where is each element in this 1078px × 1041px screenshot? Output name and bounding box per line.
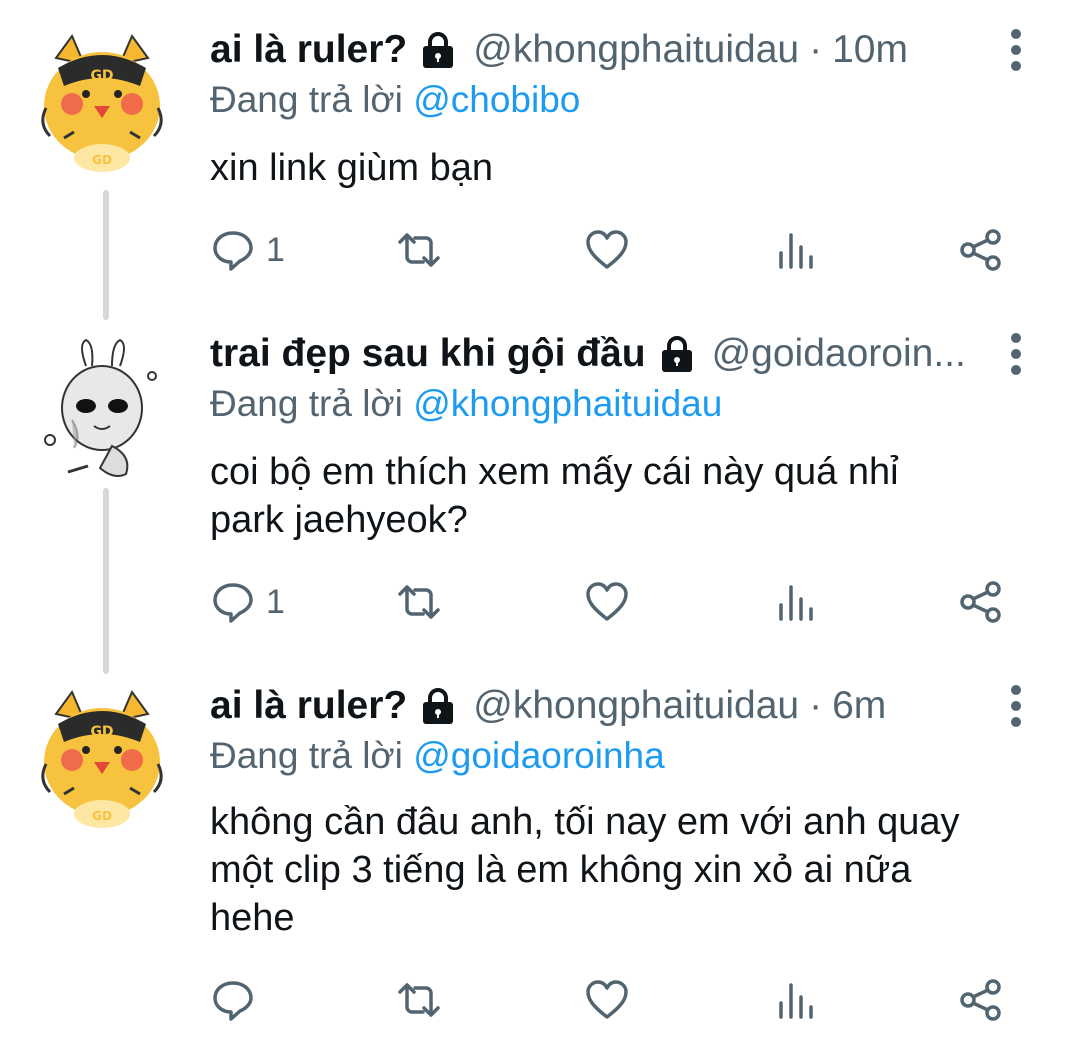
retweet-button[interactable] [396,970,442,1030]
timestamp[interactable]: 6m [832,678,886,734]
handle[interactable]: @khongphaituidau [473,678,799,734]
more-vertical-icon[interactable] [1002,330,1030,378]
replying-prefix: Đang trả lời [210,735,403,776]
retweet-button[interactable] [396,220,442,280]
orange-cat-avatar: GD GD [28,684,176,832]
share-button[interactable] [958,970,1004,1030]
tweet-header: trai đẹp sau khi gội đầu @goidaoroin... [210,326,988,382]
tweet-text-line: park jaehyeok? [210,499,468,541]
tweet-actions [210,970,1030,1030]
more-vertical-icon[interactable] [1002,26,1030,74]
replying-mention[interactable]: @goidaoroinha [413,735,665,776]
share-icon [960,979,1001,1021]
replying-prefix: Đang trả lời [210,79,403,120]
replying-to: Đang trả lời @goidaoroinha [210,730,665,782]
views-button[interactable] [772,970,818,1030]
views-button[interactable] [772,220,818,280]
tweet[interactable]: trai đẹp sau khi gội đầu @goidaoroin... … [0,326,1078,666]
reply-icon [213,583,253,623]
avatar[interactable]: GD GD [28,28,176,176]
lock-icon [417,29,459,71]
reply-icon [213,231,253,271]
retweet-icon [398,585,440,619]
tweet-text-line: không cần đâu anh, tối nay em với anh qu… [210,801,960,843]
retweet-icon [398,233,440,267]
avatar[interactable]: GD GD [28,684,176,832]
replying-to: Đang trả lời @chobibo [210,74,580,126]
handle[interactable]: @goidaoroin... [712,326,966,382]
timestamp[interactable]: 10m [832,22,908,78]
tweet-header: ai là ruler? @khongphaituidau · 10m [210,22,988,78]
white-bunny-avatar [28,336,176,484]
svg-text:GD: GD [90,68,113,84]
separator-dot: · [809,28,823,71]
more-vertical-icon[interactable] [1002,682,1030,730]
views-icon [779,983,813,1019]
svg-text:GD: GD [90,724,113,740]
display-name[interactable]: ai là ruler? [210,678,407,734]
reply-button[interactable]: 1 [210,572,285,632]
svg-text:GD: GD [92,809,112,823]
avatar[interactable] [28,336,176,484]
retweet-button[interactable] [396,572,442,632]
like-button[interactable] [584,220,630,280]
handle[interactable]: @khongphaituidau [473,22,799,78]
like-button[interactable] [584,970,630,1030]
share-icon [960,581,1001,623]
like-icon [586,980,628,1019]
orange-cat-avatar: GD GD [28,28,176,176]
reply-button[interactable]: 1 [210,220,285,280]
svg-text:GD: GD [92,153,112,167]
tweet[interactable]: GD GD ai là ruler? @khongphaituidau · 10… [0,22,1078,312]
views-button[interactable] [772,572,818,632]
tweet-text-line: xin link giùm bạn [210,147,494,189]
tweet-text-line: một clip 3 tiếng là em không xin xỏ ai n… [210,849,912,891]
tweet[interactable]: GD GD ai là ruler? @khongphaituidau · 6m… [0,678,1078,1038]
lock-icon [656,333,698,375]
replying-prefix: Đang trả lời [210,383,403,424]
views-icon [779,233,813,269]
share-button[interactable] [958,572,1004,632]
reply-icon [213,981,253,1021]
lock-icon [417,685,459,727]
display-name[interactable]: trai đẹp sau khi gội đầu [210,326,646,382]
retweet-icon [398,983,440,1017]
display-name[interactable]: ai là ruler? [210,22,407,78]
reply-count: 1 [266,582,285,621]
tweet-text-line: coi bộ em thích xem mấy cái này quá nhỉ [210,451,899,493]
tweet-actions: 1 [210,572,1030,632]
replying-mention[interactable]: @chobibo [413,79,580,120]
replying-mention[interactable]: @khongphaituidau [413,383,722,424]
reply-button[interactable] [210,970,266,1030]
tweet-text-line: hehe [210,897,295,939]
reply-count: 1 [266,230,285,269]
share-icon [960,229,1001,271]
tweet-header: ai là ruler? @khongphaituidau · 6m [210,678,988,734]
like-button[interactable] [584,572,630,632]
separator-dot: · [809,684,823,727]
like-icon [586,230,628,269]
replying-to: Đang trả lời @khongphaituidau [210,378,722,430]
tweet-actions: 1 [210,220,1030,280]
tweet-text: coi bộ em thích xem mấy cái này quá nhỉ … [210,448,1050,544]
tweet-text: xin link giùm bạn [210,144,1050,192]
share-button[interactable] [958,220,1004,280]
views-icon [779,585,813,621]
like-icon [586,582,628,621]
tweet-text: không cần đâu anh, tối nay em với anh qu… [210,798,1050,942]
